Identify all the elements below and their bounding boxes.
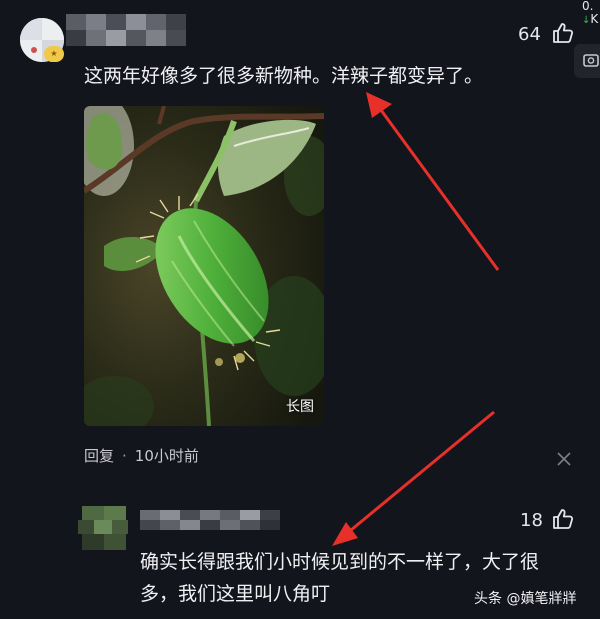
red-arrow-up: [366, 92, 500, 271]
watermark: 头条 @嫃笔牂牂: [474, 591, 577, 607]
annotation-arrows: [332, 92, 500, 546]
red-arrow-down: [332, 410, 495, 546]
